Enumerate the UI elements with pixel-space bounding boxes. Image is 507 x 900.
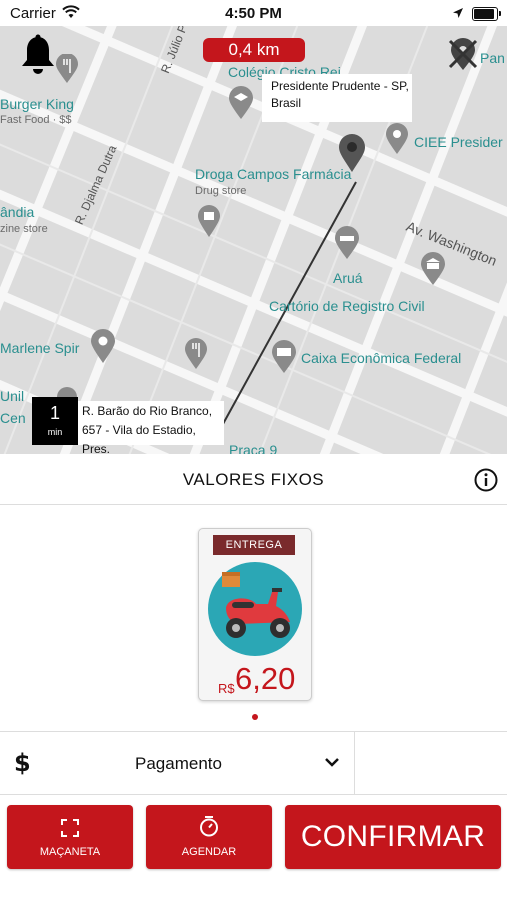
origin-address-line: R. Barão do Rio Branco, bbox=[82, 404, 213, 418]
price-value: 6,20 bbox=[235, 661, 296, 696]
price-currency: R$ bbox=[218, 681, 235, 696]
confirm-button[interactable]: CONFIRMAR bbox=[285, 805, 501, 869]
svg-text:$: $ bbox=[14, 749, 31, 777]
section-title: VALORES FIXOS bbox=[182, 470, 325, 489]
poi-label: CIEE Presider bbox=[414, 134, 503, 150]
info-icon[interactable] bbox=[474, 468, 498, 492]
chevron-down-icon[interactable] bbox=[324, 756, 340, 768]
poi-label: Cartório de Registro Civil bbox=[269, 298, 425, 314]
bank-pin-icon bbox=[421, 252, 445, 285]
restaurant-pin-icon bbox=[56, 54, 78, 83]
poi-sublabel: zine store bbox=[0, 223, 48, 235]
status-bar: Carrier 4:50 PM bbox=[0, 0, 507, 26]
payment-label: Pagamento bbox=[135, 754, 222, 773]
poi-sublabel: Drug store bbox=[195, 185, 247, 197]
schedule-button[interactable]: AGENDAR bbox=[146, 805, 272, 869]
poi-label: Caixa Econômica Federal bbox=[301, 350, 462, 366]
poi-sublabel: Fast Food · $$ bbox=[0, 114, 72, 126]
scooter-icon bbox=[208, 562, 302, 656]
handle-button[interactable]: MAÇANETA bbox=[7, 805, 133, 869]
payment-divider bbox=[354, 732, 355, 794]
eta-unit: min bbox=[47, 427, 63, 437]
poi-label: Marlene Spir bbox=[0, 340, 80, 356]
poi-label: Aruá bbox=[333, 270, 363, 286]
handle-button-label: MAÇANETA bbox=[39, 846, 101, 858]
place-pin-icon bbox=[91, 329, 115, 363]
restaurant-pin-icon bbox=[185, 338, 207, 369]
poi-label: ândia bbox=[0, 204, 35, 220]
location-arrow-icon bbox=[453, 8, 463, 18]
poi-label: Burger King bbox=[0, 96, 74, 112]
service-card-delivery[interactable]: ENTREGA R$ 6,20 bbox=[198, 528, 312, 701]
destination-address-bubble[interactable]: Presidente Prudente - SP, Brasil bbox=[262, 74, 412, 122]
bell-icon[interactable] bbox=[20, 34, 56, 76]
dollar-icon: $ bbox=[14, 749, 31, 777]
destination-address-line: Presidente Prudente - SP, bbox=[271, 79, 409, 93]
map-view[interactable]: R. Júlio P R. Djalma Dutra Av. Washingto… bbox=[0, 26, 507, 454]
service-tag: ENTREGA bbox=[213, 535, 295, 555]
atm-pin-icon bbox=[272, 340, 296, 373]
destination-address-line: Brasil bbox=[271, 96, 302, 110]
poi-label: Cen bbox=[0, 410, 26, 426]
fixed-values-header: VALORES FIXOS bbox=[0, 454, 507, 505]
battery-icon bbox=[472, 7, 501, 21]
school-pin-icon bbox=[229, 86, 253, 119]
poi-label: Praça 9 bbox=[229, 442, 278, 454]
origin-address-line: 657 - Vila do Estadio, Pres. bbox=[82, 423, 196, 454]
place-pin-icon bbox=[386, 123, 408, 154]
expand-icon bbox=[61, 819, 79, 837]
poi-label: Pan bbox=[480, 50, 505, 66]
poi-label: Unil bbox=[0, 388, 25, 404]
schedule-button-label: AGENDAR bbox=[181, 846, 237, 858]
payment-selector[interactable]: $ Pagamento bbox=[0, 731, 507, 795]
shop-pin-icon bbox=[198, 205, 220, 237]
timer-icon bbox=[200, 816, 218, 837]
carousel-page-indicator bbox=[252, 714, 258, 720]
poi-label: Droga Campos Farmácia bbox=[195, 166, 352, 182]
destination-pin-icon[interactable] bbox=[338, 133, 366, 173]
origin-address-bubble[interactable]: R. Barão do Rio Branco, 657 - Vila do Es… bbox=[78, 401, 224, 454]
pin-off-icon[interactable] bbox=[447, 38, 479, 72]
distance-badge: 0,4 km bbox=[203, 38, 305, 62]
hotel-pin-icon bbox=[335, 226, 359, 259]
eta-value: 1 bbox=[49, 403, 60, 423]
clock: 4:50 PM bbox=[225, 5, 282, 22]
origin-eta-badge[interactable]: 1 min bbox=[32, 397, 78, 445]
confirm-button-label: CONFIRMAR bbox=[300, 820, 486, 853]
